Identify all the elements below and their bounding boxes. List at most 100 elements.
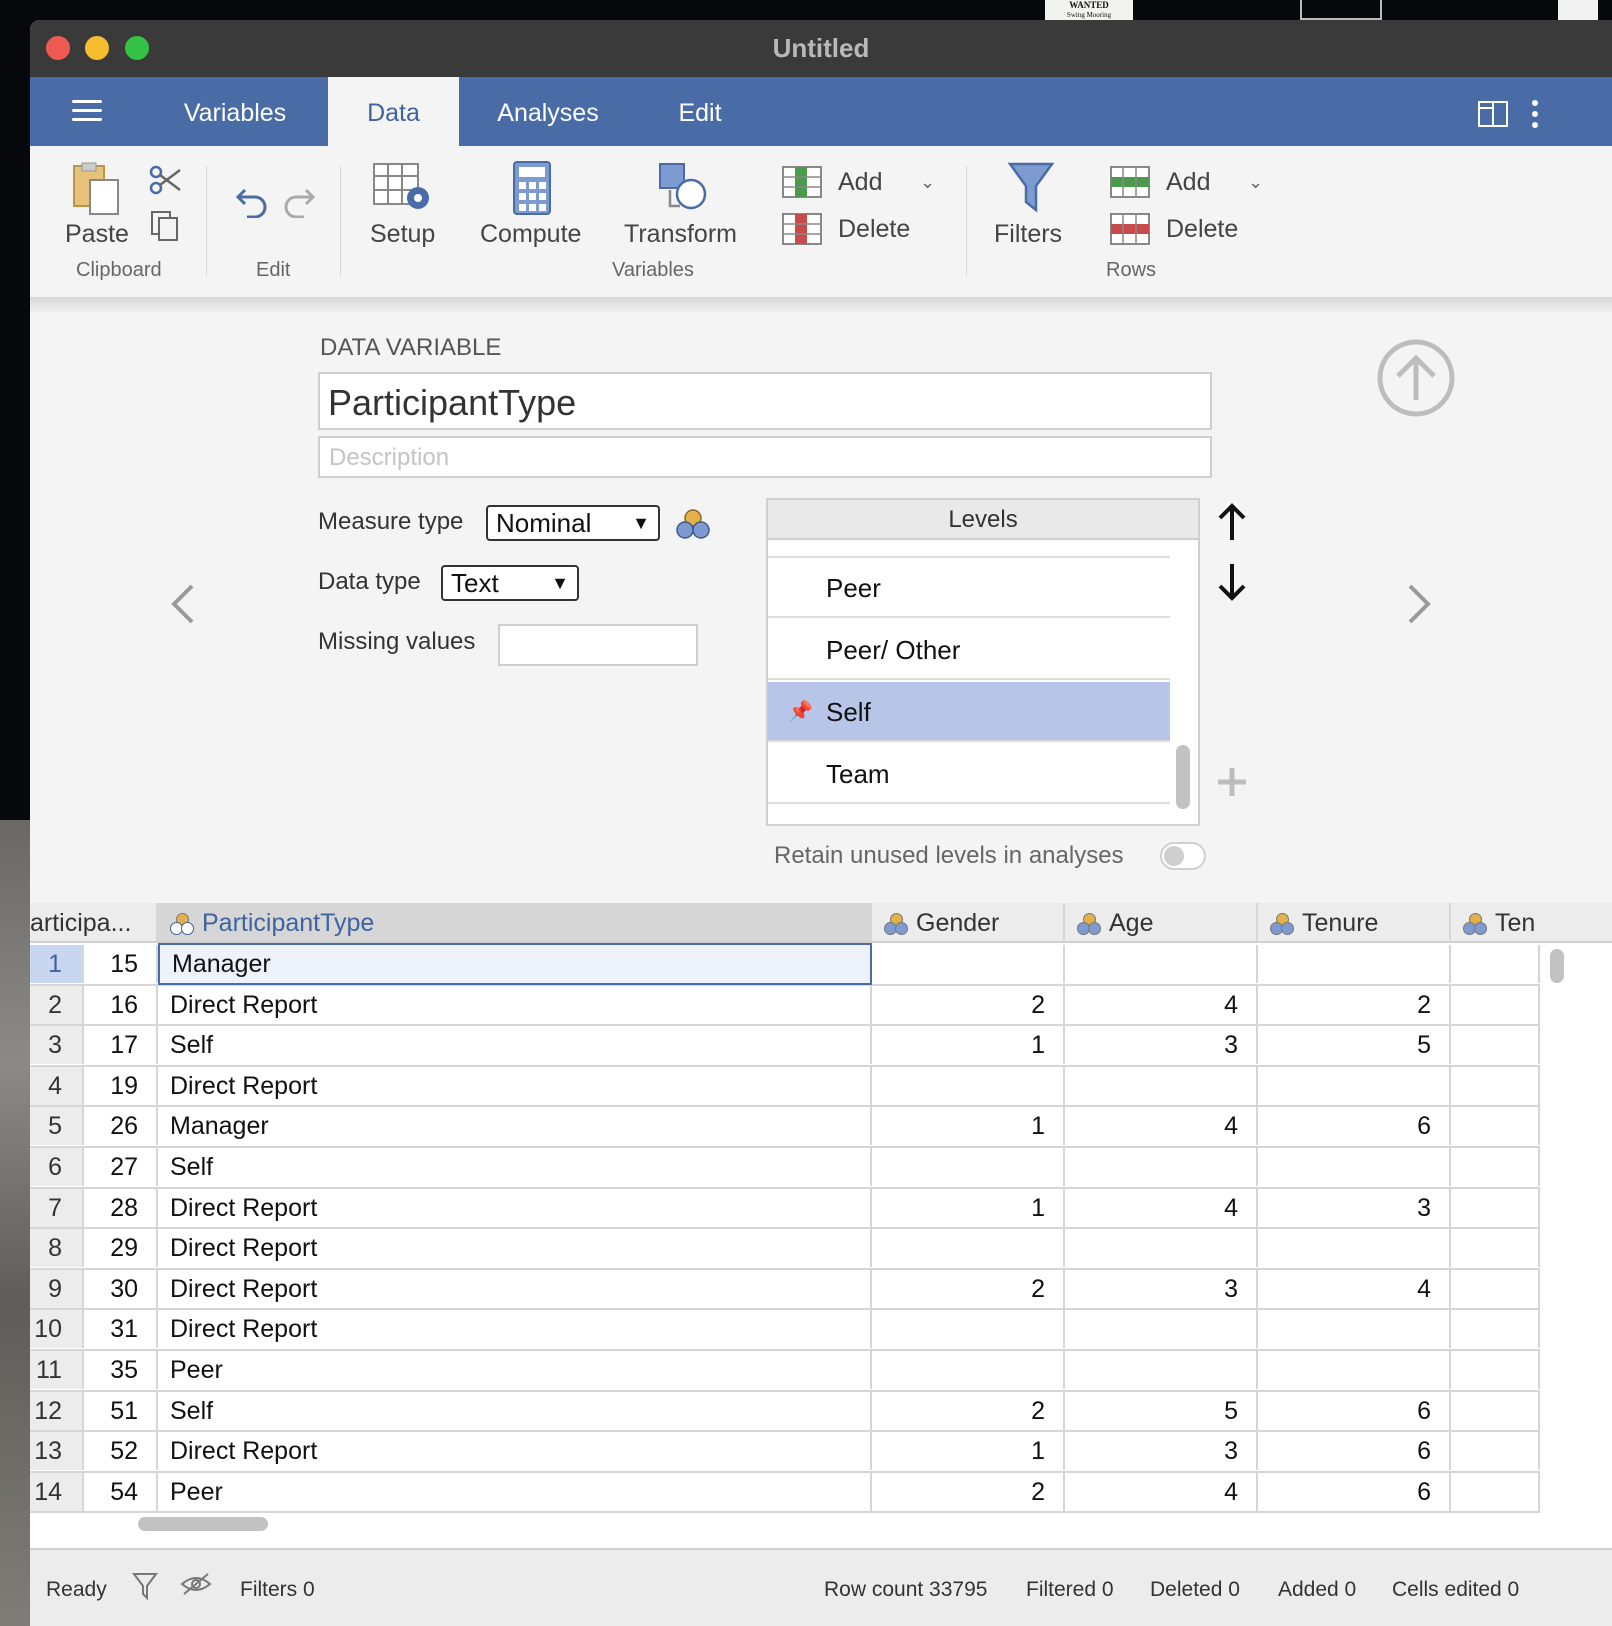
participanttype-cell[interactable]: Peer — [158, 1351, 872, 1389]
row-number[interactable]: 4 — [30, 1066, 84, 1105]
more-options-icon[interactable] — [1530, 99, 1540, 134]
ten-cell[interactable] — [1451, 1148, 1540, 1186]
age-cell[interactable]: 3 — [1065, 1432, 1258, 1471]
add-row-button[interactable]: Add — [1166, 168, 1210, 197]
collapse-editor-icon[interactable] — [1376, 338, 1456, 423]
filter-icon[interactable] — [1007, 162, 1055, 219]
row-number[interactable]: 12 — [30, 1391, 84, 1430]
move-level-down-icon[interactable] — [1216, 562, 1248, 607]
age-cell[interactable]: 5 — [1065, 1391, 1258, 1430]
undo-icon[interactable] — [235, 184, 269, 223]
gender-cell[interactable] — [872, 1351, 1065, 1389]
setup-button-label[interactable]: Setup — [370, 220, 435, 249]
compute-button-label[interactable]: Compute — [480, 220, 581, 249]
participanttype-cell[interactable]: Manager — [158, 1107, 872, 1146]
previous-variable-icon[interactable] — [170, 584, 196, 629]
participant-cell[interactable]: 27 — [84, 1148, 158, 1186]
column-header-participanttype[interactable]: ParticipantType — [158, 903, 872, 943]
tenure-cell[interactable] — [1258, 1351, 1451, 1389]
row-number[interactable]: 3 — [30, 1026, 84, 1065]
filter-status-icon[interactable] — [132, 1572, 158, 1606]
participanttype-cell[interactable]: Direct Report — [158, 1269, 872, 1308]
tab-variables[interactable]: Variables — [156, 77, 314, 146]
participant-cell[interactable]: 54 — [84, 1472, 158, 1511]
tab-data[interactable]: Data — [328, 77, 459, 146]
hidden-eye-icon[interactable] — [180, 1572, 212, 1602]
age-cell[interactable] — [1065, 1229, 1258, 1268]
participanttype-cell[interactable]: Direct Report — [158, 1066, 872, 1105]
gender-cell[interactable] — [872, 945, 1065, 983]
variable-name-input[interactable]: ParticipantType — [318, 372, 1212, 430]
participant-cell[interactable]: 26 — [84, 1107, 158, 1146]
age-cell[interactable] — [1065, 1310, 1258, 1349]
ten-cell[interactable] — [1451, 1351, 1540, 1389]
description-input[interactable]: Description — [318, 436, 1212, 478]
tenure-cell[interactable] — [1258, 1148, 1451, 1186]
copy-icon[interactable] — [150, 210, 180, 247]
tenure-cell[interactable] — [1258, 1066, 1451, 1105]
age-cell[interactable] — [1065, 945, 1258, 983]
add-row-icon[interactable] — [1110, 166, 1150, 203]
gender-cell[interactable] — [872, 1229, 1065, 1268]
row-number[interactable]: 9 — [30, 1269, 84, 1308]
gender-cell[interactable]: 2 — [872, 1472, 1065, 1511]
add-level-icon[interactable] — [1216, 766, 1248, 803]
row-number[interactable]: 7 — [30, 1188, 84, 1227]
gender-cell[interactable]: 1 — [872, 1107, 1065, 1146]
delete-row-icon[interactable] — [1110, 213, 1150, 250]
compute-icon[interactable] — [512, 160, 552, 221]
participant-cell[interactable]: 30 — [84, 1269, 158, 1308]
participanttype-cell[interactable]: Direct Report — [158, 1229, 872, 1268]
desktop-thumbnail[interactable] — [1558, 0, 1598, 20]
level-row-peer[interactable]: Peer — [768, 558, 1170, 618]
row-number[interactable]: 14 — [30, 1472, 84, 1511]
tenure-cell[interactable]: 2 — [1258, 985, 1451, 1024]
gender-cell[interactable]: 1 — [872, 1026, 1065, 1065]
row-number[interactable]: 11 — [30, 1351, 84, 1389]
add-variable-button[interactable]: Add — [838, 168, 882, 197]
data-type-select[interactable]: Text ▼ — [441, 565, 579, 601]
tenure-cell[interactable] — [1258, 1229, 1451, 1268]
grid-vertical-scrollbar[interactable] — [1550, 949, 1564, 983]
ten-cell[interactable] — [1451, 1107, 1540, 1146]
level-row-peer-other[interactable]: Peer/ Other — [768, 620, 1170, 680]
ten-cell[interactable] — [1451, 1432, 1540, 1471]
redo-icon[interactable] — [282, 184, 316, 223]
delete-row-button[interactable]: Delete — [1166, 215, 1238, 244]
participanttype-cell[interactable]: Self — [158, 1391, 872, 1430]
ten-cell[interactable] — [1451, 1391, 1540, 1430]
row-number[interactable]: 1 — [30, 945, 84, 983]
ten-cell[interactable] — [1451, 1269, 1540, 1308]
row-number[interactable]: 10 — [30, 1310, 84, 1349]
ten-cell[interactable] — [1451, 1310, 1540, 1349]
age-cell[interactable]: 3 — [1065, 1269, 1258, 1308]
column-header-age[interactable]: Age — [1065, 903, 1258, 943]
participanttype-cell[interactable]: Peer — [158, 1472, 872, 1511]
measure-type-select[interactable]: Nominal ▼ — [486, 505, 660, 541]
chevron-down-icon[interactable]: ⌄ — [920, 172, 935, 193]
ten-cell[interactable] — [1451, 1229, 1540, 1268]
ten-cell[interactable] — [1451, 1066, 1540, 1105]
tenure-cell[interactable] — [1258, 945, 1451, 983]
participant-cell[interactable]: 28 — [84, 1188, 158, 1227]
retain-unused-levels-toggle[interactable] — [1160, 842, 1206, 870]
row-number[interactable]: 2 — [30, 985, 84, 1024]
add-variable-icon[interactable] — [782, 166, 822, 203]
participant-cell[interactable]: 17 — [84, 1026, 158, 1065]
participanttype-cell[interactable]: Manager — [158, 943, 872, 985]
tab-analyses[interactable]: Analyses — [480, 77, 616, 146]
column-header-ten[interactable]: Ten — [1451, 903, 1612, 943]
participanttype-cell[interactable]: Direct Report — [158, 985, 872, 1024]
column-header-tenure[interactable]: Tenure — [1258, 903, 1451, 943]
participanttype-cell[interactable]: Direct Report — [158, 1310, 872, 1349]
missing-values-input[interactable] — [498, 624, 698, 666]
participanttype-cell[interactable]: Self — [158, 1026, 872, 1065]
tenure-cell[interactable] — [1258, 1310, 1451, 1349]
ten-cell[interactable] — [1451, 945, 1540, 983]
gender-cell[interactable] — [872, 1148, 1065, 1186]
tab-edit[interactable]: Edit — [652, 77, 748, 146]
participanttype-cell[interactable]: Direct Report — [158, 1188, 872, 1227]
age-cell[interactable]: 3 — [1065, 1026, 1258, 1065]
paste-icon[interactable] — [70, 162, 122, 221]
participanttype-cell[interactable]: Direct Report — [158, 1432, 872, 1471]
